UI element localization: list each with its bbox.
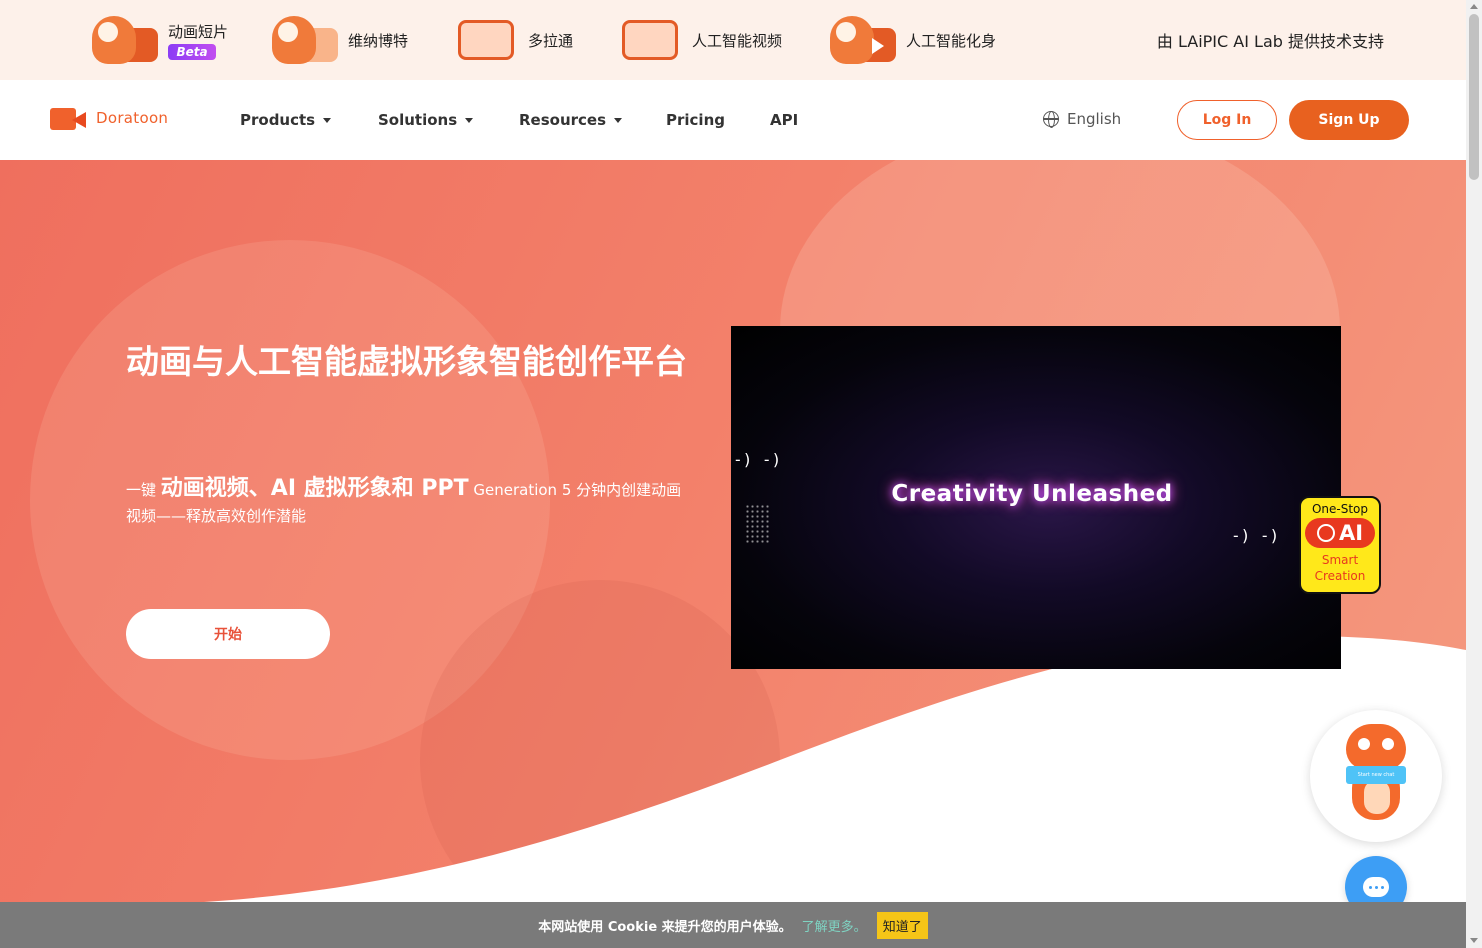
hero-subtitle: 一键 动画视频、AI 虚拟形象和 PPT Generation 5 分钟内创建动… <box>126 476 696 529</box>
beta-badge: Beta <box>168 43 216 60</box>
ai-ring-icon <box>1316 524 1335 542</box>
promo-item-animated-short[interactable]: 动画短片 Beta <box>88 8 228 72</box>
scroll-down-arrow-icon[interactable] <box>1470 938 1478 943</box>
hero-sub-highlight: 动画视频、AI 虚拟形象和 PPT <box>160 476 469 501</box>
caret-down-icon <box>614 117 623 123</box>
login-button[interactable]: Log In <box>1177 100 1277 140</box>
logo-mark-icon <box>50 106 88 130</box>
cookie-message: 本网站使用 Cookie 来提升您的用户体验。 <box>538 919 792 935</box>
promo-label: 维纳博特 <box>348 31 409 50</box>
badge-ai-text: AI <box>1338 521 1364 545</box>
nav-api[interactable]: API <box>770 111 798 129</box>
mascot-assistant[interactable]: Start new chat <box>1310 710 1442 842</box>
ai-video-icon <box>612 12 684 68</box>
nav-resources[interactable]: Resources <box>519 111 623 129</box>
mascot-eye <box>1358 738 1370 750</box>
nav-solutions[interactable]: Solutions <box>378 111 474 129</box>
badge-ai: AI <box>1305 518 1375 548</box>
badge-bottom-text: Smart Creation <box>1301 552 1379 584</box>
language-label: English <box>1067 110 1122 128</box>
mascot-head <box>1346 724 1406 770</box>
nav-label: Solutions <box>378 111 458 129</box>
mascot-sign: Start new chat <box>1346 766 1406 784</box>
promo-item-ai-avatar[interactable]: 人工智能化身 <box>826 8 996 72</box>
logo-text: Doratoon <box>96 109 169 127</box>
cookie-learn-more-link[interactable]: 了解更多。 <box>802 916 867 935</box>
start-button[interactable]: 开始 <box>126 609 330 659</box>
dot-grid <box>745 504 771 544</box>
arrows-left: -) -) <box>733 450 782 469</box>
animated-short-icon <box>88 12 160 68</box>
nav-label: Resources <box>519 111 607 129</box>
globe-icon <box>1043 111 1059 128</box>
presentation-icon <box>448 12 520 68</box>
nav-pricing[interactable]: Pricing <box>666 111 725 129</box>
cookie-banner: 本网站使用 Cookie 来提升您的用户体验。 了解更多。 知道了 <box>0 902 1466 948</box>
promo-item-duolatong[interactable]: 多拉通 <box>448 8 573 72</box>
scrollbar-thumb[interactable] <box>1469 14 1479 180</box>
promo-item-ai-video[interactable]: 人工智能视频 <box>612 8 782 72</box>
promo-label: 动画短片 <box>168 22 229 41</box>
badge-top-text: One-Stop <box>1311 502 1369 516</box>
caret-down-icon <box>465 117 474 123</box>
ai-avatar-icon <box>826 12 898 68</box>
video-caption: Creativity Unleashed <box>891 481 1173 507</box>
badge-bottom-line1: Smart <box>1321 553 1359 567</box>
doratoon-logo[interactable]: Doratoon <box>50 106 168 130</box>
caret-down-icon <box>323 117 332 123</box>
main-nav: Doratoon Products Solutions Resources Pr… <box>0 80 1466 160</box>
powered-by-text: 由 LAiPIC AI Lab 提供技术支持 <box>1156 32 1384 51</box>
page-scrollbar[interactable] <box>1466 0 1482 948</box>
scroll-up-arrow-icon[interactable] <box>1470 4 1478 9</box>
hero-sub-prefix: 一键 <box>126 481 157 499</box>
arrows-right: -) -) <box>1231 526 1280 545</box>
vinabot-icon <box>268 12 340 68</box>
one-stop-ai-badge[interactable]: One-Stop AI Smart Creation <box>1299 496 1381 594</box>
promo-label: 人工智能视频 <box>692 31 783 50</box>
mascot-belly <box>1364 780 1390 814</box>
signup-button[interactable]: Sign Up <box>1289 100 1409 140</box>
hero-video[interactable]: -) -) Creativity Unleashed -) -) <box>731 326 1341 669</box>
promo-label: 人工智能化身 <box>906 31 997 50</box>
nav-label: Pricing <box>666 111 725 129</box>
language-selector[interactable]: English <box>1043 110 1121 128</box>
hero-title: 动画与人工智能虚拟形象智能创作平台 <box>126 342 687 381</box>
promo-item-vinabot[interactable]: 维纳博特 <box>268 8 408 72</box>
cookie-accept-button[interactable]: 知道了 <box>876 911 928 939</box>
nav-label: Products <box>240 111 316 129</box>
nav-products[interactable]: Products <box>240 111 332 129</box>
promo-label: 多拉通 <box>528 31 574 50</box>
hero-section: 动画与人工智能虚拟形象智能创作平台 一键 动画视频、AI 虚拟形象和 PPT G… <box>0 160 1466 948</box>
promo-bar: 动画短片 Beta 维纳博特 多拉通 人工智能视频 人工智能化身 由 LAiPI… <box>0 0 1466 80</box>
mascot-eye <box>1382 738 1394 750</box>
nav-label: API <box>770 111 799 129</box>
badge-bottom-line2: Creation <box>1314 569 1366 583</box>
chat-bubble-icon <box>1363 877 1389 897</box>
